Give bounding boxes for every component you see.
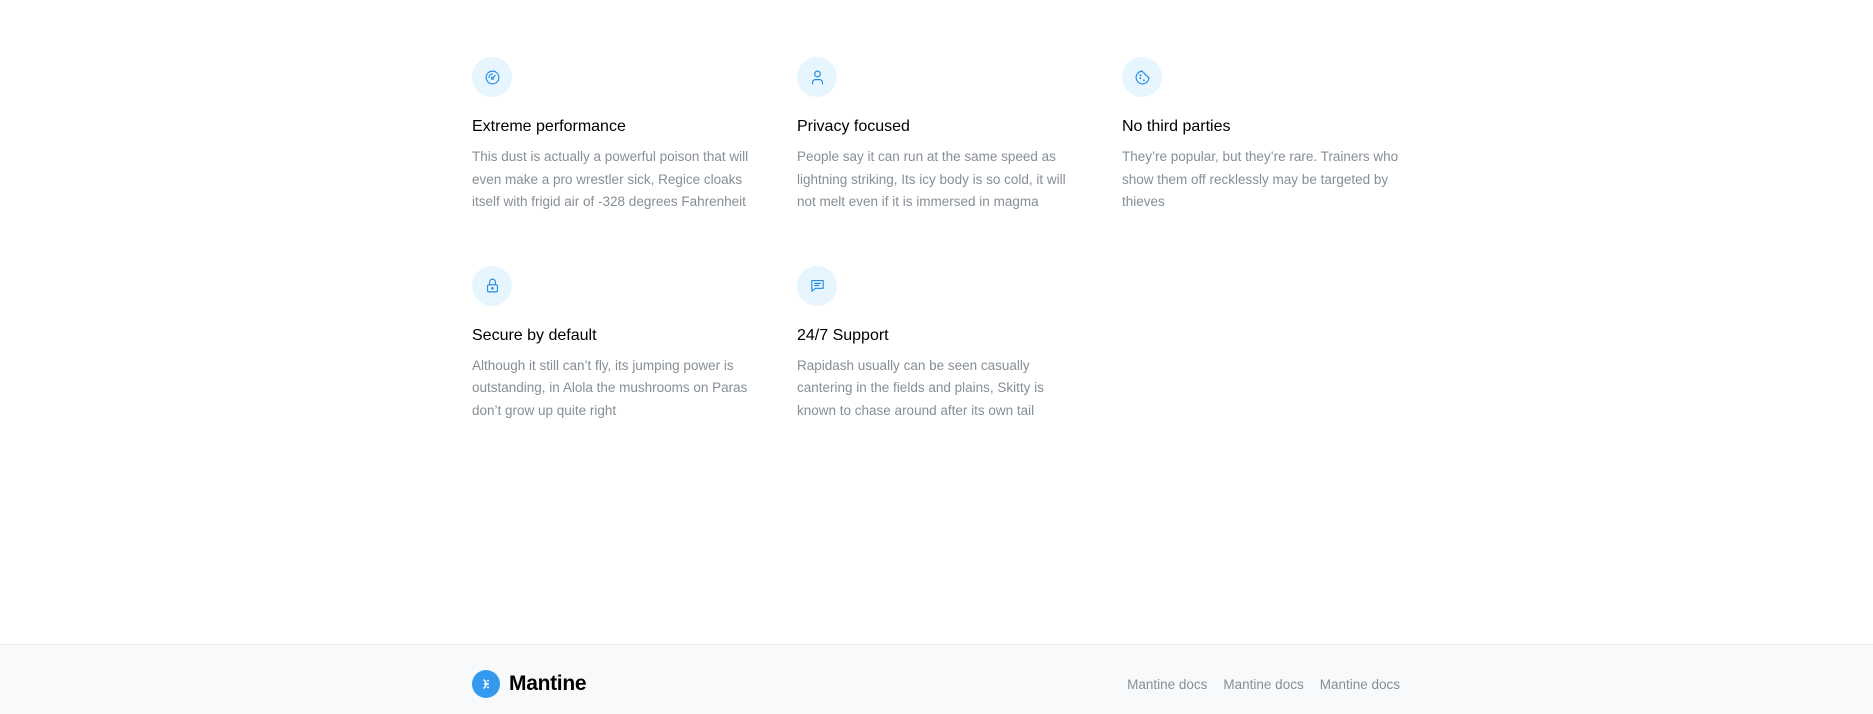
feature-title: Privacy focused [797, 118, 910, 135]
feature-secure-by-default: Secure by default Although it still can’… [472, 265, 757, 423]
user-icon [797, 57, 837, 97]
brand[interactable]: Mantine [472, 670, 587, 698]
footer: Mantine Mantine docs Mantine docs Mantin… [0, 644, 1873, 714]
feature-description: People say it can run at the same speed … [797, 149, 1066, 209]
feature-title: Secure by default [472, 326, 597, 344]
footer-inner: Mantine Mantine docs Mantine docs Mantin… [472, 669, 1400, 699]
gauge-icon [472, 57, 512, 97]
message-icon [797, 265, 837, 306]
feature-extreme-performance: Extreme performance This dust is actuall… [472, 57, 757, 214]
page: Extreme performance This dust is actuall… [0, 0, 1873, 714]
brand-name: Mantine [509, 672, 587, 695]
features-grid: Extreme performance This dust is actuall… [472, 57, 1447, 422]
lock-icon [472, 265, 512, 306]
feature-description: Rapidash usually can be seen casually ca… [797, 357, 1044, 418]
feature-description: Although it still can’t fly, its jumping… [472, 357, 748, 418]
feature-description: They’re popular, but they’re rare. Train… [1122, 149, 1399, 209]
feature-title: 24/7 Support [797, 326, 889, 344]
footer-links: Mantine docs Mantine docs Mantine docs [1127, 677, 1400, 692]
feature-privacy-focused: Privacy focused People say it can run at… [797, 57, 1082, 214]
feature-24-7-support: 24/7 Support Rapidash usually can be see… [797, 265, 1082, 423]
feature-title: No third parties [1122, 118, 1231, 135]
footer-link-mantine-docs-1[interactable]: Mantine docs [1127, 677, 1207, 692]
footer-link-mantine-docs-3[interactable]: Mantine docs [1320, 677, 1400, 692]
footer-link-mantine-docs-2[interactable]: Mantine docs [1223, 677, 1303, 692]
feature-description: This dust is actually a powerful poison … [472, 149, 749, 209]
cookie-icon [1122, 57, 1162, 97]
feature-no-third-parties: No third parties They’re popular, but th… [1122, 57, 1407, 214]
mantine-logo-icon [472, 670, 500, 698]
feature-title: Extreme performance [472, 118, 626, 135]
